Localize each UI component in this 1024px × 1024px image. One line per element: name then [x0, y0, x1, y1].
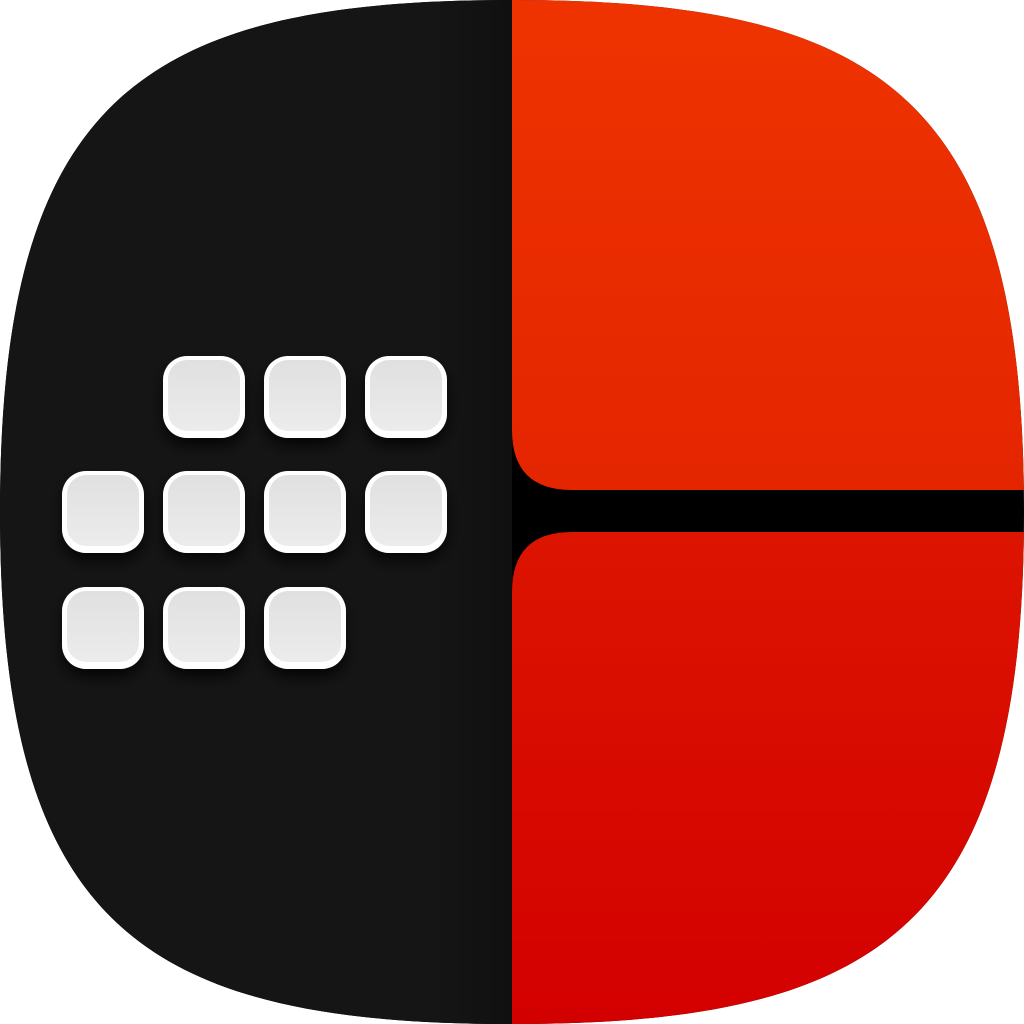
- key-face: [168, 475, 240, 546]
- key-face: [67, 475, 139, 546]
- key-face: [168, 360, 240, 431]
- key-face: [370, 360, 442, 431]
- red-panel-top: [512, 0, 1024, 490]
- key: [62, 471, 144, 553]
- key: [264, 471, 346, 553]
- key: [264, 356, 346, 438]
- red-panel-bottom: [512, 532, 1024, 1024]
- key-face: [370, 475, 442, 546]
- key-face: [269, 360, 341, 431]
- top-row: [163, 356, 447, 438]
- key-face: [269, 475, 341, 546]
- key: [163, 471, 245, 553]
- key: [163, 356, 245, 438]
- key-face: [269, 591, 341, 662]
- app-icon: [0, 0, 1024, 1024]
- bottom-row: [62, 587, 346, 669]
- key-face: [67, 591, 139, 662]
- key: [163, 587, 245, 669]
- key: [62, 587, 144, 669]
- key-face: [168, 591, 240, 662]
- icon-body: [0, 0, 1024, 1024]
- key: [365, 471, 447, 553]
- key: [365, 356, 447, 438]
- key: [264, 587, 346, 669]
